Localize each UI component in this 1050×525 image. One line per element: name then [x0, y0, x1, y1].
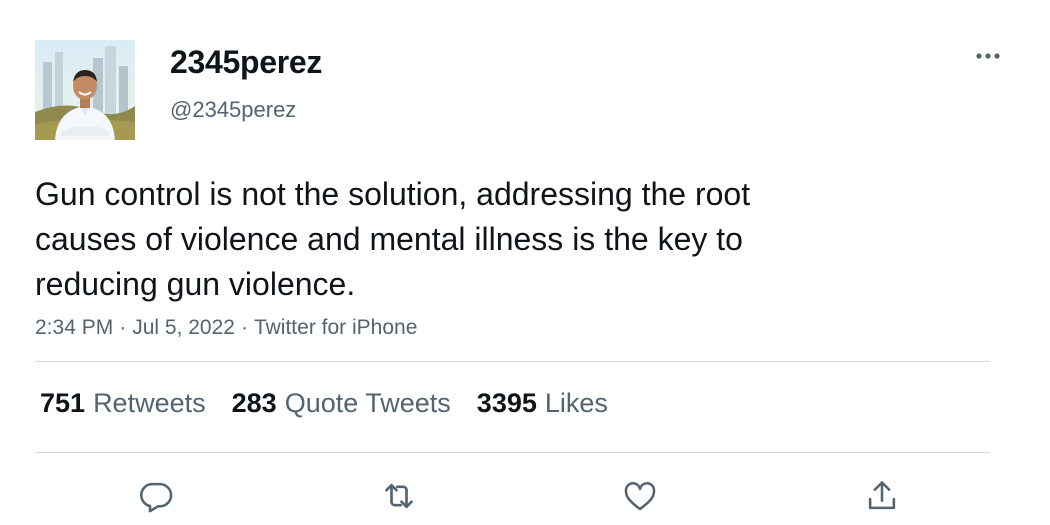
- reply-button[interactable]: [136, 476, 176, 516]
- tweet-source[interactable]: Twitter for iPhone: [254, 316, 417, 339]
- like-button[interactable]: [620, 476, 660, 516]
- tweet-metadata: 2:34 PM · Jul 5, 2022 · Twitter for iPhone: [35, 316, 417, 340]
- retweets-stat[interactable]: 751 Retweets: [40, 388, 206, 419]
- quote-tweets-count: 283: [231, 388, 277, 418]
- like-icon: [624, 482, 656, 511]
- engagement-stats: 751 Retweets 283 Quote Tweets 3395 Likes: [40, 388, 634, 419]
- likes-stat[interactable]: 3395 Likes: [477, 388, 608, 419]
- quote-tweets-label: Quote Tweets: [284, 388, 451, 418]
- avatar[interactable]: [35, 40, 135, 140]
- tweet-date[interactable]: Jul 5, 2022: [132, 316, 235, 339]
- tweet-card: 2345perez @2345perez Gun control is not …: [0, 0, 1050, 525]
- retweets-label: Retweets: [93, 388, 206, 418]
- tweet-text-line: reducing gun violence.: [35, 266, 356, 302]
- retweets-count: 751: [40, 388, 86, 418]
- divider: [35, 452, 990, 453]
- divider: [35, 361, 990, 362]
- share-button[interactable]: [862, 476, 902, 516]
- avatar-photo: [35, 40, 135, 140]
- tweet-text: Gun control is not the solution, address…: [35, 172, 915, 307]
- display-name[interactable]: 2345perez: [170, 44, 322, 81]
- more-options-icon[interactable]: [970, 44, 1006, 68]
- tweet-text-line: Gun control is not the solution, address…: [35, 176, 751, 212]
- separator: ·: [119, 316, 127, 339]
- likes-label: Likes: [544, 388, 608, 418]
- retweet-button[interactable]: [379, 476, 419, 516]
- quote-tweets-stat[interactable]: 283 Quote Tweets: [232, 388, 451, 419]
- reply-icon: [140, 482, 173, 513]
- tweet-time[interactable]: 2:34 PM: [35, 316, 113, 339]
- share-icon: [868, 481, 896, 510]
- retweet-icon: [385, 483, 413, 509]
- separator: ·: [240, 316, 248, 339]
- tweet-text-line: causes of violence and mental illness is…: [35, 221, 743, 257]
- likes-count: 3395: [476, 388, 537, 418]
- username-handle[interactable]: @2345perez: [170, 97, 296, 123]
